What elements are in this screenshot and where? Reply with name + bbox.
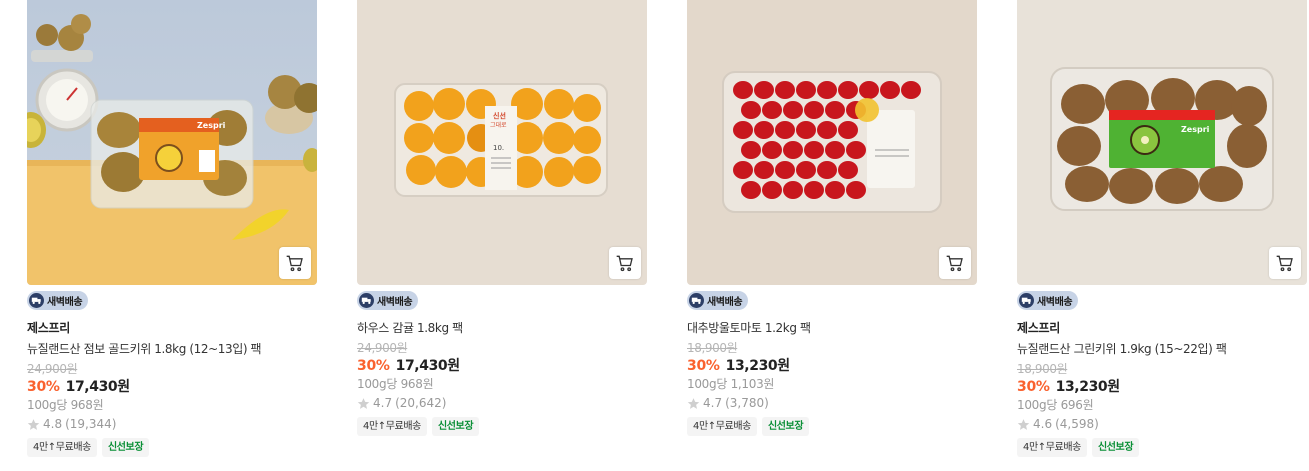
sale-price: 13,230원 [725,358,791,374]
rating: 4.8 (19,344) [27,417,317,431]
review-count: (4,598) [1055,417,1099,431]
add-to-cart-button[interactable] [609,247,641,279]
unit-price: 100g당 1,103원 [687,377,775,391]
original-price: 24,900원 [357,341,408,355]
product-card[interactable]: Zespri 새벽배송 제스프리 뉴질랜드산 점보 골드키위 1.8kg (12… [27,0,317,457]
discount-rate: 30% [27,379,60,395]
original-price: 24,900원 [27,362,78,376]
freshness-tag: 신선보장 [431,417,480,436]
unit-price: 100g당 968원 [357,377,434,391]
star-icon [687,397,700,409]
star-icon [357,397,370,409]
product-name[interactable]: 하우스 감귤 1.8kg 팩 [357,321,647,335]
dawn-delivery-badge: 새벽배송 [1017,291,1079,310]
discount-rate: 30% [357,358,390,374]
product-image[interactable]: Zespri [27,0,317,285]
truck-icon [359,293,374,308]
star-icon [1017,418,1030,430]
badge-label: 새벽배송 [377,297,413,308]
label-text-mid: 그대로 [490,121,507,129]
dawn-delivery-badge: 새벽배송 [27,291,89,310]
freshness-tag: 신선보장 [761,417,810,436]
dawn-delivery-badge: 새벽배송 [357,291,419,310]
label-text-num: 10. [493,144,504,152]
cart-icon [616,255,633,272]
cart-icon [286,255,303,272]
product-image[interactable]: Zespri [1017,0,1307,285]
zespri-logo-text: Zespri [197,121,226,130]
rating-score: 4.8 [43,417,63,431]
unit-price: 100g당 696원 [1017,398,1094,412]
add-to-cart-button[interactable] [1269,247,1301,279]
product-name[interactable]: 대추방울토마토 1.2kg 팩 [687,321,977,335]
free-shipping-tag: 4만↑무료배송 [1017,438,1087,457]
truck-icon [1019,293,1034,308]
product-name[interactable]: 뉴질랜드산 그린키위 1.9kg (15~22입) 팩 [1017,342,1307,356]
rating: 4.7 (20,642) [357,396,647,410]
product-card[interactable]: 신선 그대로 10. 새벽배송 하우스 감귤 1.8kg 팩 24,900원 3… [357,0,647,436]
cart-icon [1276,255,1293,272]
badge-label: 새벽배송 [47,297,83,308]
product-grid: Zespri 새벽배송 제스프리 뉴질랜드산 점보 골드키위 1.8kg (12… [0,0,1309,471]
free-shipping-tag: 4만↑무료배송 [357,417,427,436]
free-shipping-tag: 4만↑무료배송 [27,438,97,457]
product-image[interactable] [687,0,977,285]
freshness-tag: 신선보장 [101,438,150,457]
sale-price: 13,230원 [1055,379,1121,395]
product-image[interactable]: 신선 그대로 10. [357,0,647,285]
sale-price: 17,430원 [395,358,461,374]
badge-label: 새벽배송 [1037,297,1073,308]
product-brand: 제스프리 [1017,321,1060,335]
product-brand: 제스프리 [27,321,70,335]
rating: 4.6 (4,598) [1017,417,1307,431]
product-name[interactable]: 뉴질랜드산 점보 골드키위 1.8kg (12~13입) 팩 [27,342,317,356]
original-price: 18,900원 [687,341,738,355]
product-card[interactable]: Zespri 새벽배송 제스프리 뉴질랜드산 그린키위 1.9kg (15~22… [1017,0,1307,457]
star-icon [27,418,40,430]
rating: 4.7 (3,780) [687,396,977,410]
dawn-delivery-badge: 새벽배송 [687,291,749,310]
truck-icon [29,293,44,308]
review-count: (20,642) [395,396,447,410]
add-to-cart-button[interactable] [939,247,971,279]
badge-label: 새벽배송 [707,297,743,308]
rating-score: 4.7 [703,396,723,410]
cart-icon [946,255,963,272]
sale-price: 17,430원 [65,379,131,395]
add-to-cart-button[interactable] [279,247,311,279]
zespri-logo-text: Zespri [1181,125,1210,134]
original-price: 18,900원 [1017,362,1068,376]
discount-rate: 30% [687,358,720,374]
rating-score: 4.7 [373,396,393,410]
truck-icon [689,293,704,308]
product-card[interactable]: 새벽배송 대추방울토마토 1.2kg 팩 18,900원 30% 13,230원… [687,0,977,436]
review-count: (19,344) [65,417,117,431]
free-shipping-tag: 4만↑무료배송 [687,417,757,436]
rating-score: 4.6 [1033,417,1053,431]
freshness-tag: 신선보장 [1091,438,1140,457]
label-text-top: 신선 [493,111,506,120]
unit-price: 100g당 968원 [27,398,104,412]
review-count: (3,780) [725,396,769,410]
discount-rate: 30% [1017,379,1050,395]
